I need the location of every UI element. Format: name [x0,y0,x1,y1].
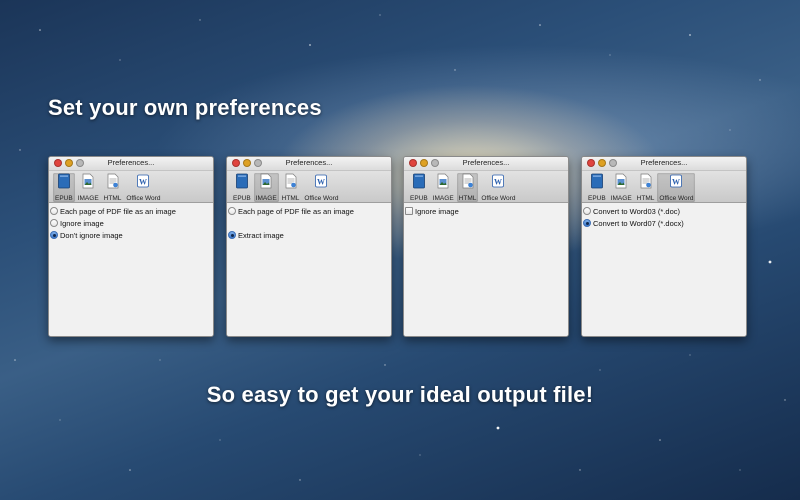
tab-label: HTML [636,195,655,202]
headline-set-preferences: Set your own preferences [48,95,322,120]
radio-button[interactable] [228,207,236,215]
option-label: Ignore image [415,206,459,216]
option-ignore-image[interactable]: Ignore image [50,217,213,229]
option-label: Each page of PDF file as an image [238,206,354,216]
option-ignore-image[interactable]: Ignore image [405,205,568,217]
tab-image[interactable]: IMAGE [609,173,634,202]
tab-label: EPUB [233,195,251,202]
option-label: Each page of PDF file as an image [60,206,176,216]
option-label: Don't ignore image [60,230,123,240]
tab-label: Office Word [481,195,516,202]
tab-label: Office Word [304,195,339,202]
option-each-page-of-pdf-file-as-an-image[interactable]: Each page of PDF file as an image [50,205,213,217]
tab-epub[interactable]: EPUB [586,173,608,202]
epub-book-icon [590,173,604,195]
tab-image[interactable]: IMAGE [76,173,101,202]
option-convert-to-word03-doc[interactable]: Convert to Word03 (*.doc) [583,205,746,217]
tab-html[interactable]: HTML [280,173,302,202]
svg-text:W: W [139,178,147,187]
preferences-toolbar: EPUB IMAGE HTML W Office Word [582,171,746,203]
svg-text:W: W [317,178,325,187]
option-don-t-ignore-image[interactable]: Don't ignore image [50,229,213,241]
tab-label: IMAGE [255,195,277,202]
radio-button[interactable] [228,231,236,239]
office-word-icon: W [491,173,505,195]
tab-image[interactable]: IMAGE [253,173,279,202]
html-file-icon [106,173,120,195]
tab-office-word[interactable]: W Office Word [302,173,340,202]
preferences-options-panel: Each page of PDF file as an image Ignore … [49,203,213,336]
tab-label: Office Word [659,195,694,202]
preferences-window-1: Preferences... EPUB IMAGE HTML W Office Word E… [48,156,214,337]
radio-button[interactable] [50,207,58,215]
preferences-window-4: Preferences... EPUB IMAGE HTML W Office Word C… [581,156,747,337]
window-title: Preferences... [640,158,688,167]
svg-text:W: W [494,178,502,187]
option-convert-to-word07-docx[interactable]: Convert to Word07 (*.docx) [583,217,746,229]
tab-label: IMAGE [77,195,99,202]
tab-label: IMAGE [610,195,632,202]
radio-button[interactable] [50,219,58,227]
tab-label: EPUB [410,195,428,202]
radio-button[interactable] [583,207,591,215]
preferences-options-panel: Ignore image [404,203,568,336]
office-word-icon: W [136,173,150,195]
window-title: Preferences... [285,158,333,167]
tab-epub[interactable]: EPUB [231,173,253,202]
radio-button[interactable] [50,231,58,239]
option-label: Extract image [238,230,284,240]
tab-label: HTML [458,195,477,202]
tab-epub[interactable]: EPUB [53,173,75,202]
window-titlebar[interactable]: Preferences... [582,157,746,171]
preferences-options-panel: Convert to Word03 (*.doc) Convert to Word… [582,203,746,336]
preferences-toolbar: EPUB IMAGE HTML W Office Word [227,171,391,203]
checkbox[interactable] [405,207,413,215]
image-file-icon [436,173,450,195]
preferences-toolbar: EPUB IMAGE HTML W Office Word [49,171,213,203]
tab-image[interactable]: IMAGE [431,173,456,202]
image-file-icon [81,173,95,195]
tab-html[interactable]: HTML [102,173,124,202]
svg-text:W: W [672,178,680,187]
html-file-icon [639,173,653,195]
html-file-icon [461,173,475,195]
option-extract-image[interactable]: Extract image [228,229,391,241]
option-each-page-of-pdf-file-as-an-image[interactable]: Each page of PDF file as an image [228,205,391,217]
tab-label: IMAGE [432,195,454,202]
headline-easy-output: So easy to get your ideal output file! [206,382,594,407]
office-word-icon: W [669,173,683,195]
window-titlebar[interactable]: Preferences... [227,157,391,171]
tab-office-word[interactable]: W Office Word [657,173,696,202]
window-title: Preferences... [462,158,510,167]
tab-office-word[interactable]: W Office Word [124,173,162,202]
image-file-icon [259,173,273,195]
epub-book-icon [57,173,71,195]
tab-label: EPUB [588,195,606,202]
radio-button[interactable] [583,219,591,227]
tab-label: HTML [103,195,122,202]
window-title: Preferences... [107,158,155,167]
tab-label: HTML [281,195,300,202]
preferences-toolbar: EPUB IMAGE HTML W Office Word [404,171,568,203]
preferences-window-2: Preferences... EPUB IMAGE HTML W Office Word E… [226,156,392,337]
image-file-icon [614,173,628,195]
tab-label: EPUB [55,195,73,202]
preferences-window-3: Preferences... EPUB IMAGE HTML W Office Word I… [403,156,569,337]
tab-html[interactable]: HTML [456,173,479,202]
tab-epub[interactable]: EPUB [408,173,430,202]
option-label: Convert to Word03 (*.doc) [593,206,680,216]
epub-book-icon [235,173,249,195]
tab-label: Office Word [126,195,161,202]
html-file-icon [284,173,298,195]
window-titlebar[interactable]: Preferences... [49,157,213,171]
office-word-icon: W [314,173,328,195]
option-label: Convert to Word07 (*.docx) [593,218,684,228]
tab-html[interactable]: HTML [635,173,657,202]
tab-office-word[interactable]: W Office Word [479,173,517,202]
window-titlebar[interactable]: Preferences... [404,157,568,171]
preferences-options-panel: Each page of PDF file as an image Extract… [227,203,391,336]
option-label: Ignore image [60,218,104,228]
epub-book-icon [412,173,426,195]
